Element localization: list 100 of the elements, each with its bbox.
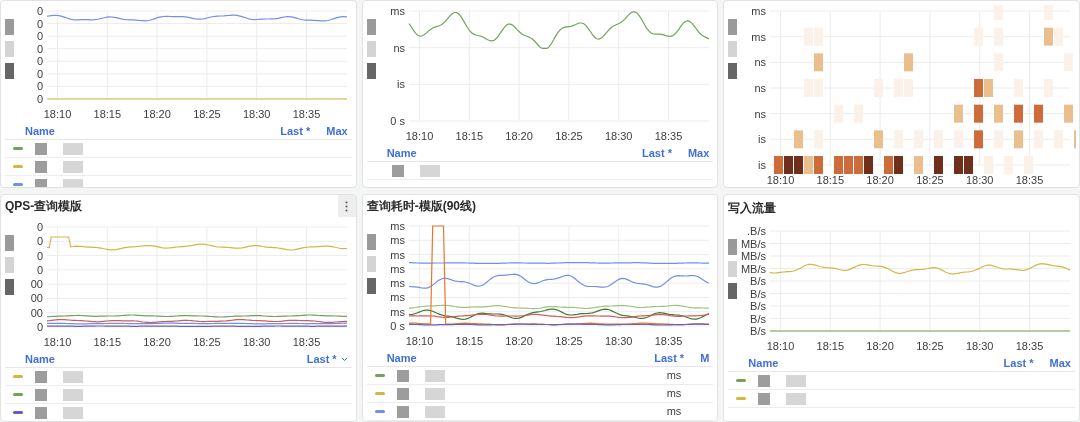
axis-tick-label: MB/s bbox=[741, 262, 767, 275]
axis-tick-label: 18:20 bbox=[505, 130, 533, 142]
axis-tick-label: ns bbox=[754, 82, 767, 94]
axis-tick-label: MB/s bbox=[741, 250, 767, 262]
axis-tick-label: B/s bbox=[750, 325, 767, 337]
axis-tick-label: ms bbox=[390, 305, 405, 318]
caret-icon bbox=[340, 356, 348, 362]
legend-column-header[interactable]: Name bbox=[25, 122, 269, 140]
legend-value: ms bbox=[666, 386, 682, 402]
legend-column-header[interactable]: Last * bbox=[654, 349, 685, 367]
axis-tick-label: 00 bbox=[30, 306, 43, 319]
axis-tick-label: B/s bbox=[750, 275, 767, 287]
axis-tick-label: 0 bbox=[36, 67, 43, 80]
pixelated-block bbox=[396, 369, 409, 382]
axis-tick-label: .B/s bbox=[747, 225, 767, 237]
legend-row[interactable] bbox=[366, 162, 714, 180]
axis-tick-label: 18:20 bbox=[866, 174, 895, 186]
axis-tick-label: 18:35 bbox=[292, 108, 321, 120]
axis-tick-label: 18:25 bbox=[916, 340, 944, 352]
axis-tick-label: 0 bbox=[36, 55, 43, 68]
axis-tick-label: 0 s bbox=[389, 320, 405, 332]
pixelated-block bbox=[35, 160, 47, 173]
legend-row[interactable]: ms bbox=[366, 403, 714, 421]
pixelated-block bbox=[424, 369, 445, 382]
legend-column-header[interactable]: Max bbox=[687, 144, 710, 162]
legend-column-header[interactable]: Name bbox=[748, 354, 992, 372]
legend-column-header[interactable]: Max bbox=[326, 122, 348, 140]
menu-icon[interactable] bbox=[337, 195, 356, 217]
pixelated-block bbox=[5, 279, 14, 295]
pixelated-block bbox=[396, 405, 409, 418]
legend-column-header[interactable]: Name bbox=[25, 350, 295, 368]
axis-tick-label: 18:35 bbox=[1016, 340, 1044, 352]
pixelated-block bbox=[424, 405, 445, 418]
legend-row[interactable] bbox=[5, 368, 352, 386]
axis-tick-label: 18:35 bbox=[292, 336, 321, 348]
legend-column-header[interactable]: Name bbox=[386, 349, 643, 367]
panel-title: 查询耗时-模版(90线) bbox=[366, 197, 476, 215]
legend-row[interactable]: ms bbox=[366, 385, 714, 403]
legend-row[interactable] bbox=[5, 158, 352, 176]
panel-title: QPS-查询模版 bbox=[5, 198, 83, 215]
pixelated-block bbox=[391, 164, 404, 177]
pixelated-block bbox=[35, 370, 47, 383]
legend-row[interactable]: ms bbox=[366, 367, 714, 385]
legend-column-header[interactable]: Last * bbox=[306, 350, 348, 368]
pixelated-block bbox=[35, 142, 47, 155]
axis-tick-label: 18:30 bbox=[966, 174, 994, 186]
legend-row[interactable] bbox=[5, 140, 352, 158]
legend-column-header[interactable]: Last * bbox=[641, 144, 672, 162]
pixelated-block bbox=[758, 392, 771, 405]
pixelated-block bbox=[728, 283, 738, 299]
legend-column-header[interactable]: M bbox=[700, 349, 710, 367]
pixelated-block bbox=[366, 234, 376, 250]
legend-column-header[interactable]: Max bbox=[1049, 354, 1071, 372]
legend-value: ms bbox=[666, 404, 682, 420]
axis-tick-label: 0 bbox=[36, 221, 43, 233]
axis-tick-label: 18:25 bbox=[554, 130, 583, 142]
axis-tick-label: 18:10 bbox=[43, 336, 72, 348]
axis-tick-label: ms bbox=[390, 248, 405, 261]
axis-tick-label: 18:20 bbox=[505, 335, 533, 347]
legend-column-header[interactable]: Last * bbox=[280, 122, 311, 140]
pixelated-block bbox=[63, 406, 83, 419]
axis-tick-label: 18:20 bbox=[143, 336, 171, 348]
pixelated-block bbox=[35, 388, 47, 401]
legend-row[interactable] bbox=[5, 386, 352, 404]
axis-tick-label: ms bbox=[751, 5, 767, 17]
axis-tick-label: ns bbox=[754, 107, 767, 120]
axis-tick-label: 18:15 bbox=[455, 130, 483, 142]
axis-tick-label: 18:25 bbox=[193, 108, 221, 120]
axis-tick-label: 18:35 bbox=[1016, 174, 1044, 186]
axis-tick-label: 18:15 bbox=[93, 336, 122, 348]
pixelated-block bbox=[366, 63, 376, 79]
axis-tick-label: is bbox=[758, 133, 767, 146]
axis-tick-label: 18:10 bbox=[405, 335, 433, 347]
axis-tick-label: 18:25 bbox=[193, 336, 221, 348]
axis-tick-label: 18:10 bbox=[767, 340, 795, 352]
legend-row[interactable] bbox=[728, 372, 1075, 390]
axis-tick-label: MB/s bbox=[741, 237, 767, 250]
axis-tick-label: is bbox=[758, 159, 767, 171]
pixelated-block bbox=[5, 235, 14, 251]
axis-tick-label: is bbox=[396, 78, 405, 91]
axis-tick-label: 0 bbox=[36, 93, 43, 105]
pixelated-block bbox=[424, 387, 445, 400]
axis-tick-label: 18:15 bbox=[816, 174, 845, 186]
legend-column-header[interactable]: Last * bbox=[1003, 354, 1034, 372]
axis-tick-label: ms bbox=[390, 262, 405, 275]
pixelated-block bbox=[63, 160, 83, 173]
legend-row[interactable] bbox=[728, 390, 1075, 408]
pixelated-block bbox=[63, 142, 83, 155]
axis-tick-label: 0 bbox=[36, 235, 43, 248]
axis-tick-label: ms bbox=[390, 5, 405, 17]
axis-tick-label: 0 bbox=[36, 5, 43, 17]
axis-tick-label: 18:30 bbox=[242, 336, 271, 348]
axis-tick-label: 18:30 bbox=[242, 108, 271, 120]
axis-tick-label: B/s bbox=[750, 300, 767, 312]
axis-tick-label: 18:15 bbox=[455, 335, 483, 347]
axis-tick-label: 18:10 bbox=[767, 174, 795, 186]
axis-tick-label: 18:30 bbox=[604, 130, 633, 142]
axis-tick-label: B/s bbox=[750, 312, 767, 325]
legend-column-header[interactable]: Name bbox=[386, 144, 630, 162]
axis-tick-label: 18:25 bbox=[916, 174, 944, 186]
